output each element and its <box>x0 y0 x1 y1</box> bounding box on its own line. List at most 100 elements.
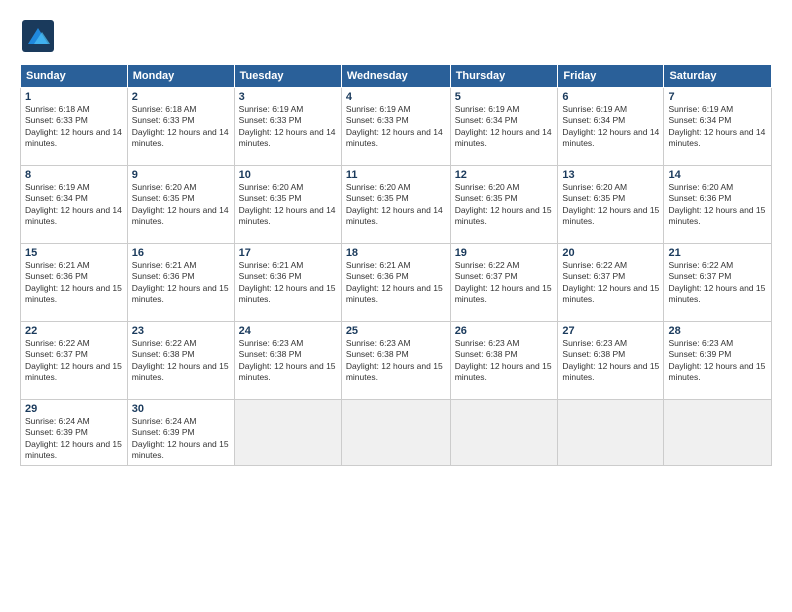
day-cell: 29 Sunrise: 6:24 AM Sunset: 6:39 PM Dayl… <box>21 400 128 466</box>
day-cell: 20 Sunrise: 6:22 AM Sunset: 6:37 PM Dayl… <box>558 244 664 322</box>
day-number: 9 <box>132 169 230 181</box>
day-detail: Sunrise: 6:19 AM Sunset: 6:33 PM Dayligh… <box>346 104 446 150</box>
header-day-wednesday: Wednesday <box>341 65 450 88</box>
day-detail: Sunrise: 6:24 AM Sunset: 6:39 PM Dayligh… <box>25 416 123 462</box>
day-detail: Sunrise: 6:20 AM Sunset: 6:35 PM Dayligh… <box>346 182 446 228</box>
day-detail: Sunrise: 6:22 AM Sunset: 6:37 PM Dayligh… <box>455 260 554 306</box>
day-detail: Sunrise: 6:23 AM Sunset: 6:38 PM Dayligh… <box>562 338 659 384</box>
day-cell: 25 Sunrise: 6:23 AM Sunset: 6:38 PM Dayl… <box>341 322 450 400</box>
day-cell: 4 Sunrise: 6:19 AM Sunset: 6:33 PM Dayli… <box>341 88 450 166</box>
day-cell: 10 Sunrise: 6:20 AM Sunset: 6:35 PM Dayl… <box>234 166 341 244</box>
calendar-table: SundayMondayTuesdayWednesdayThursdayFrid… <box>20 64 772 466</box>
day-detail: Sunrise: 6:19 AM Sunset: 6:34 PM Dayligh… <box>562 104 659 150</box>
day-detail: Sunrise: 6:19 AM Sunset: 6:33 PM Dayligh… <box>239 104 337 150</box>
day-cell: 8 Sunrise: 6:19 AM Sunset: 6:34 PM Dayli… <box>21 166 128 244</box>
day-cell: 11 Sunrise: 6:20 AM Sunset: 6:35 PM Dayl… <box>341 166 450 244</box>
day-detail: Sunrise: 6:21 AM Sunset: 6:36 PM Dayligh… <box>132 260 230 306</box>
day-number: 22 <box>25 325 123 337</box>
header-day-tuesday: Tuesday <box>234 65 341 88</box>
day-cell: 27 Sunrise: 6:23 AM Sunset: 6:38 PM Dayl… <box>558 322 664 400</box>
day-cell: 19 Sunrise: 6:22 AM Sunset: 6:37 PM Dayl… <box>450 244 558 322</box>
day-cell: 16 Sunrise: 6:21 AM Sunset: 6:36 PM Dayl… <box>127 244 234 322</box>
day-cell: 9 Sunrise: 6:20 AM Sunset: 6:35 PM Dayli… <box>127 166 234 244</box>
day-number: 13 <box>562 169 659 181</box>
day-cell <box>450 400 558 466</box>
header-day-friday: Friday <box>558 65 664 88</box>
day-number: 23 <box>132 325 230 337</box>
day-detail: Sunrise: 6:23 AM Sunset: 6:38 PM Dayligh… <box>239 338 337 384</box>
day-number: 19 <box>455 247 554 259</box>
day-number: 4 <box>346 91 446 103</box>
header-day-sunday: Sunday <box>21 65 128 88</box>
day-detail: Sunrise: 6:20 AM Sunset: 6:35 PM Dayligh… <box>562 182 659 228</box>
week-row-3: 15 Sunrise: 6:21 AM Sunset: 6:36 PM Dayl… <box>21 244 772 322</box>
day-number: 27 <box>562 325 659 337</box>
day-cell: 13 Sunrise: 6:20 AM Sunset: 6:35 PM Dayl… <box>558 166 664 244</box>
day-detail: Sunrise: 6:18 AM Sunset: 6:33 PM Dayligh… <box>25 104 123 150</box>
day-number: 6 <box>562 91 659 103</box>
day-cell: 23 Sunrise: 6:22 AM Sunset: 6:38 PM Dayl… <box>127 322 234 400</box>
day-cell: 17 Sunrise: 6:21 AM Sunset: 6:36 PM Dayl… <box>234 244 341 322</box>
day-detail: Sunrise: 6:20 AM Sunset: 6:35 PM Dayligh… <box>239 182 337 228</box>
header <box>20 18 772 54</box>
day-cell <box>558 400 664 466</box>
day-cell: 6 Sunrise: 6:19 AM Sunset: 6:34 PM Dayli… <box>558 88 664 166</box>
day-number: 16 <box>132 247 230 259</box>
day-cell: 15 Sunrise: 6:21 AM Sunset: 6:36 PM Dayl… <box>21 244 128 322</box>
day-number: 11 <box>346 169 446 181</box>
logo <box>20 18 60 54</box>
day-cell: 28 Sunrise: 6:23 AM Sunset: 6:39 PM Dayl… <box>664 322 772 400</box>
day-number: 17 <box>239 247 337 259</box>
logo-icon <box>20 18 56 54</box>
day-number: 21 <box>668 247 767 259</box>
day-cell <box>341 400 450 466</box>
day-detail: Sunrise: 6:18 AM Sunset: 6:33 PM Dayligh… <box>132 104 230 150</box>
header-day-thursday: Thursday <box>450 65 558 88</box>
day-number: 18 <box>346 247 446 259</box>
day-number: 15 <box>25 247 123 259</box>
day-detail: Sunrise: 6:20 AM Sunset: 6:35 PM Dayligh… <box>132 182 230 228</box>
day-detail: Sunrise: 6:22 AM Sunset: 6:37 PM Dayligh… <box>562 260 659 306</box>
day-number: 8 <box>25 169 123 181</box>
day-detail: Sunrise: 6:21 AM Sunset: 6:36 PM Dayligh… <box>25 260 123 306</box>
day-number: 10 <box>239 169 337 181</box>
day-detail: Sunrise: 6:23 AM Sunset: 6:38 PM Dayligh… <box>455 338 554 384</box>
day-number: 2 <box>132 91 230 103</box>
day-detail: Sunrise: 6:23 AM Sunset: 6:38 PM Dayligh… <box>346 338 446 384</box>
week-row-5: 29 Sunrise: 6:24 AM Sunset: 6:39 PM Dayl… <box>21 400 772 466</box>
day-detail: Sunrise: 6:22 AM Sunset: 6:37 PM Dayligh… <box>668 260 767 306</box>
day-cell: 2 Sunrise: 6:18 AM Sunset: 6:33 PM Dayli… <box>127 88 234 166</box>
day-cell: 3 Sunrise: 6:19 AM Sunset: 6:33 PM Dayli… <box>234 88 341 166</box>
day-cell: 14 Sunrise: 6:20 AM Sunset: 6:36 PM Dayl… <box>664 166 772 244</box>
day-detail: Sunrise: 6:23 AM Sunset: 6:39 PM Dayligh… <box>668 338 767 384</box>
day-cell <box>234 400 341 466</box>
day-number: 1 <box>25 91 123 103</box>
day-detail: Sunrise: 6:19 AM Sunset: 6:34 PM Dayligh… <box>668 104 767 150</box>
day-number: 5 <box>455 91 554 103</box>
day-detail: Sunrise: 6:22 AM Sunset: 6:38 PM Dayligh… <box>132 338 230 384</box>
day-number: 20 <box>562 247 659 259</box>
day-cell: 26 Sunrise: 6:23 AM Sunset: 6:38 PM Dayl… <box>450 322 558 400</box>
header-day-saturday: Saturday <box>664 65 772 88</box>
day-detail: Sunrise: 6:19 AM Sunset: 6:34 PM Dayligh… <box>455 104 554 150</box>
day-number: 3 <box>239 91 337 103</box>
day-number: 24 <box>239 325 337 337</box>
day-number: 14 <box>668 169 767 181</box>
day-number: 7 <box>668 91 767 103</box>
day-cell: 5 Sunrise: 6:19 AM Sunset: 6:34 PM Dayli… <box>450 88 558 166</box>
day-number: 28 <box>668 325 767 337</box>
day-number: 29 <box>25 403 123 415</box>
day-cell: 1 Sunrise: 6:18 AM Sunset: 6:33 PM Dayli… <box>21 88 128 166</box>
day-cell: 18 Sunrise: 6:21 AM Sunset: 6:36 PM Dayl… <box>341 244 450 322</box>
header-day-monday: Monday <box>127 65 234 88</box>
day-detail: Sunrise: 6:24 AM Sunset: 6:39 PM Dayligh… <box>132 416 230 462</box>
page: SundayMondayTuesdayWednesdayThursdayFrid… <box>0 0 792 612</box>
day-detail: Sunrise: 6:20 AM Sunset: 6:36 PM Dayligh… <box>668 182 767 228</box>
header-row: SundayMondayTuesdayWednesdayThursdayFrid… <box>21 65 772 88</box>
day-detail: Sunrise: 6:19 AM Sunset: 6:34 PM Dayligh… <box>25 182 123 228</box>
day-cell: 24 Sunrise: 6:23 AM Sunset: 6:38 PM Dayl… <box>234 322 341 400</box>
day-cell: 30 Sunrise: 6:24 AM Sunset: 6:39 PM Dayl… <box>127 400 234 466</box>
day-cell: 12 Sunrise: 6:20 AM Sunset: 6:35 PM Dayl… <box>450 166 558 244</box>
day-detail: Sunrise: 6:22 AM Sunset: 6:37 PM Dayligh… <box>25 338 123 384</box>
day-cell: 22 Sunrise: 6:22 AM Sunset: 6:37 PM Dayl… <box>21 322 128 400</box>
